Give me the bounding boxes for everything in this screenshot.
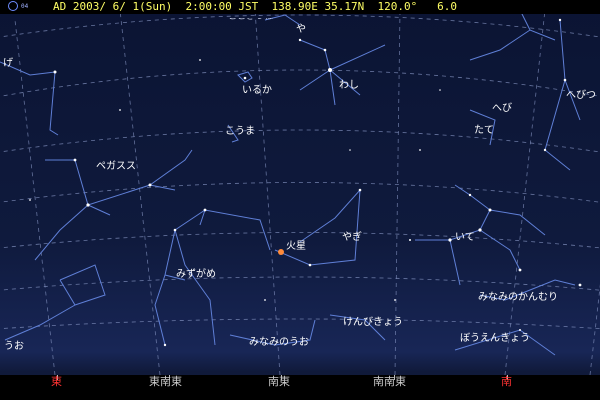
direction-ese: 東南東 (149, 375, 182, 388)
star (419, 149, 421, 151)
star (243, 76, 247, 80)
star (29, 199, 31, 201)
direction-south: 南 (501, 375, 512, 388)
label-corona-australis: みなみのかんむり (478, 292, 558, 303)
grid-meridian (254, 9, 281, 375)
star (518, 268, 522, 272)
horizon-direction-bar: 東 東南東 南東 南南東 南 (0, 375, 600, 400)
star (448, 238, 452, 242)
label-mars: 火星 (286, 241, 306, 252)
star (349, 149, 351, 151)
grid-meridian (504, 9, 546, 375)
star (163, 343, 167, 347)
grid-arc (0, 129, 600, 153)
star (558, 18, 562, 22)
grid-arc (0, 318, 600, 330)
star (358, 188, 362, 192)
star (203, 208, 207, 212)
label-pegasus: ペガスス (96, 161, 136, 172)
status-bar: 04 AD 2003/ 6/ 1(Sun) 2:00:00 JST 138.90… (0, 0, 600, 14)
star (468, 193, 472, 197)
star (563, 78, 567, 82)
label-microscopium: けんびきょう (343, 317, 403, 328)
label-pisces: うお (4, 341, 24, 352)
sagittarius-lines (415, 184, 546, 286)
star (119, 109, 121, 111)
grid-arc (0, 182, 600, 203)
label-serpens: へび (492, 103, 512, 114)
label-scutum: たて (474, 125, 494, 136)
label-ophiuchus: へびつ (566, 90, 596, 101)
star (439, 89, 441, 91)
star (394, 299, 396, 301)
star (148, 183, 152, 187)
star (298, 38, 302, 42)
grid-meridian (14, 19, 56, 375)
label-telescopium: ぼうえんきょう (460, 333, 530, 344)
capricornus-lines (274, 188, 361, 266)
label-piscis-austrinus: みなみのうお (249, 337, 309, 348)
label-aquarius: みずがめ (176, 269, 216, 280)
moon-age: 04 (21, 3, 29, 10)
planetarium-view[interactable]: 04 AD 2003/ 6/ 1(Sun) 2:00:00 JST 138.90… (0, 0, 600, 400)
star (53, 70, 57, 74)
sky-chart[interactable] (0, 0, 600, 375)
pisces-lines (4, 264, 106, 341)
grid-arc (0, 69, 600, 97)
label-sagittarius: いて (455, 232, 475, 243)
star (409, 239, 411, 241)
altitude-grid (0, 14, 600, 330)
grid-arc (0, 276, 600, 291)
mars-planet[interactable] (278, 249, 284, 255)
azimuth-grid (14, 9, 600, 375)
star (86, 203, 90, 207)
star (73, 158, 77, 162)
star (578, 283, 582, 287)
direction-se: 南東 (268, 375, 290, 388)
aquila-lines (299, 39, 386, 106)
label-sagitta: や (296, 24, 306, 35)
serpens-lines (469, 9, 556, 61)
label-capricornus: やぎ (342, 232, 362, 243)
star (323, 48, 327, 52)
label-edge-ge: げ (3, 58, 13, 69)
label-aquila: わし (339, 80, 359, 91)
star (478, 228, 482, 232)
star (328, 68, 332, 72)
star (173, 228, 177, 232)
star (543, 148, 547, 152)
moon-phase-icon (8, 1, 18, 11)
label-delphinus: いるか (242, 85, 272, 96)
star (519, 329, 521, 331)
direction-east: 東 (51, 375, 62, 388)
star (308, 263, 312, 267)
star (199, 59, 201, 61)
direction-sse: 南南東 (373, 375, 406, 388)
star (488, 208, 492, 212)
label-equuleus: こうま (225, 126, 255, 137)
grid-meridian (589, 283, 600, 375)
star (264, 299, 266, 301)
date-location-readout: AD 2003/ 6/ 1(Sun) 2:00:00 JST 138.90E 3… (53, 0, 457, 13)
